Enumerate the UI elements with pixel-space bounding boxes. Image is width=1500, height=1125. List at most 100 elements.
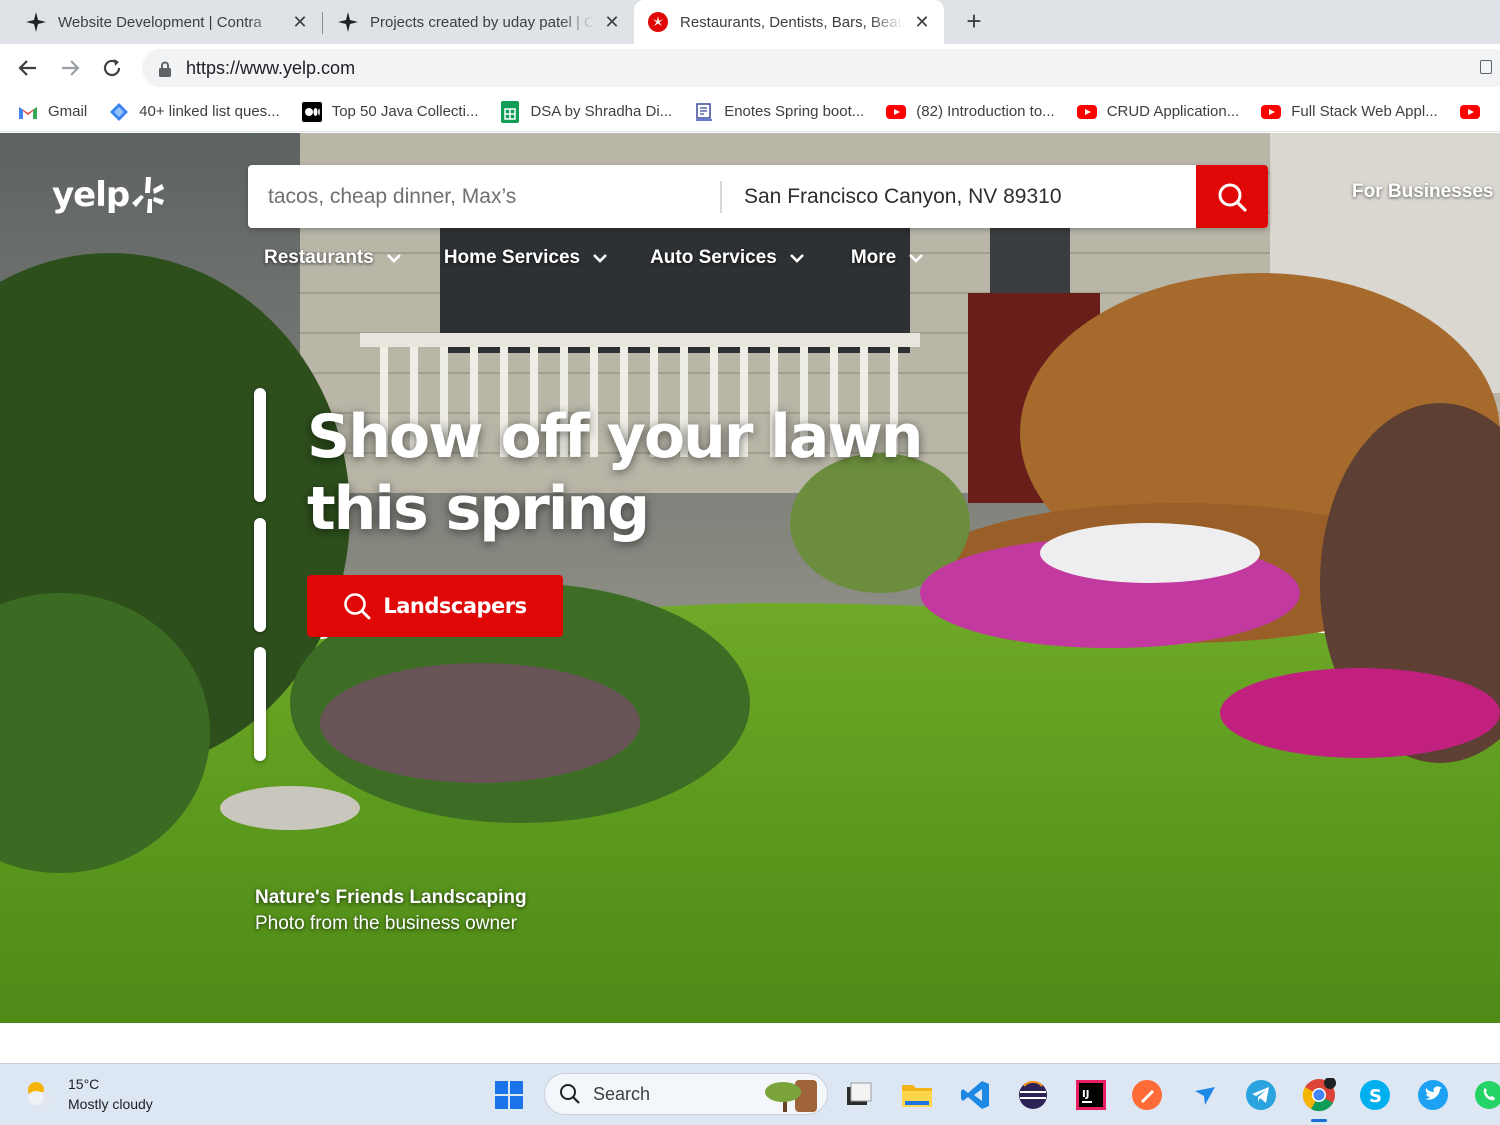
category-restaurants[interactable]: Restaurants <box>264 247 402 269</box>
tab-strip: Website Development | Contra ✕ Projects … <box>0 0 1500 44</box>
bookmark-label: 40+ linked list ques... <box>139 103 280 120</box>
category-nav: Restaurants Home Services Auto Services … <box>264 247 924 269</box>
tab-title: Restaurants, Dentists, Bars, Beauty Salo… <box>680 13 904 31</box>
arrow-app-icon[interactable] <box>1188 1078 1222 1112</box>
bookmark-label: Top 50 Java Collecti... <box>331 103 479 120</box>
skype-icon[interactable]: S <box>1358 1078 1392 1112</box>
tab-contra-projects[interactable]: Projects created by uday patel | Contra … <box>312 0 634 44</box>
bookmark-linked-list[interactable]: 40+ linked list ques... <box>109 102 280 122</box>
for-businesses-link[interactable]: For Businesses <box>1352 181 1494 203</box>
youtube-icon <box>1076 102 1097 122</box>
carousel-indicator-2[interactable] <box>254 518 266 632</box>
find-input[interactable] <box>248 165 720 228</box>
svg-text:IJ: IJ <box>1082 1089 1089 1100</box>
reload-icon[interactable] <box>98 54 126 82</box>
eclipse-icon[interactable] <box>1016 1078 1050 1112</box>
bookmark-gmail[interactable]: Gmail <box>18 102 87 122</box>
taskbar-search[interactable]: Search <box>544 1073 828 1115</box>
back-arrow-icon[interactable] <box>14 54 42 82</box>
url-text[interactable]: https://www.yelp.com <box>186 58 355 79</box>
chrome-icon[interactable] <box>1302 1078 1336 1122</box>
headline-line-2: this spring <box>307 474 650 544</box>
postman-icon[interactable] <box>1130 1078 1164 1112</box>
carousel-indicator-1[interactable] <box>254 388 266 502</box>
chevron-down-icon <box>909 254 924 263</box>
search-icon <box>1218 183 1247 212</box>
forward-arrow-icon[interactable] <box>56 54 84 82</box>
weather-temp: 15°C <box>68 1076 100 1092</box>
gmail-icon <box>18 102 38 122</box>
bookmark-label: Enotes Spring boot... <box>724 103 865 120</box>
carousel-indicator-3[interactable] <box>254 647 266 761</box>
tab-close-icon[interactable]: ✕ <box>912 12 932 33</box>
lock-icon[interactable] <box>158 61 172 77</box>
telegram-icon[interactable] <box>1244 1078 1278 1112</box>
yelp-burst-icon <box>132 177 165 213</box>
bookmark-youtube-fullstack[interactable]: Full Stack Web Appl... <box>1261 102 1438 122</box>
twitter-icon[interactable] <box>1416 1078 1450 1112</box>
windows-start-icon[interactable] <box>492 1078 526 1112</box>
photo-credit: Nature's Friends Landscaping Photo from … <box>255 887 527 935</box>
yelp-logo[interactable]: yelp <box>52 175 165 215</box>
bookmark-overflow[interactable] <box>1459 102 1490 122</box>
tab-close-icon[interactable]: ✕ <box>602 12 622 33</box>
whatsapp-icon[interactable] <box>1472 1078 1500 1112</box>
bookmark-label: Full Stack Web Appl... <box>1291 103 1438 120</box>
taskbar-search-label: Search <box>593 1083 651 1104</box>
chevron-down-icon <box>593 254 607 263</box>
tab-contra-website[interactable]: Website Development | Contra ✕ <box>0 0 322 44</box>
bookmarks-bar: Gmail 40+ linked list ques... Top 50 Jav… <box>0 92 1500 132</box>
near-input[interactable] <box>722 165 1196 228</box>
contra-icon <box>26 12 46 32</box>
chevron-down-icon <box>789 254 804 263</box>
medium-icon <box>301 101 322 122</box>
bookmark-enotes[interactable]: Enotes Spring boot... <box>694 102 864 122</box>
new-tab-button[interactable]: + <box>958 6 990 38</box>
youtube-icon <box>1261 102 1282 122</box>
category-label: Auto Services <box>650 247 777 268</box>
hero-section: yelp For Businesses Restaurants Home Ser… <box>0 133 1500 1023</box>
bookmark-youtube-intro[interactable]: (82) Introduction to... <box>886 102 1055 122</box>
browser-toolbar: https://www.yelp.com <box>0 44 1500 92</box>
search-button[interactable] <box>1196 165 1268 228</box>
share-icon[interactable] <box>1480 60 1492 74</box>
category-label: Home Services <box>443 247 581 268</box>
credit-business-link[interactable]: Nature's Friends Landscaping <box>255 887 527 909</box>
sheets-icon <box>500 100 520 123</box>
weather-widget[interactable]: 15°C Mostly cloudy <box>22 1074 153 1114</box>
task-view-icon[interactable] <box>842 1078 876 1112</box>
youtube-icon <box>886 102 907 122</box>
category-label: More <box>850 247 897 268</box>
enotes-icon <box>694 102 714 122</box>
tab-yelp[interactable]: Restaurants, Dentists, Bars, Beauty Salo… <box>634 0 944 44</box>
bookmark-label: (82) Introduction to... <box>916 103 1055 120</box>
bookmark-java-collections[interactable]: Top 50 Java Collecti... <box>301 101 479 122</box>
tree-illustration-icon <box>765 1080 817 1112</box>
bookmark-label: CRUD Application... <box>1106 103 1240 120</box>
svg-text:S: S <box>1369 1086 1382 1107</box>
chevron-down-icon <box>386 254 401 263</box>
logo-text: yelp <box>52 175 130 215</box>
bookmark-youtube-crud[interactable]: CRUD Application... <box>1076 102 1240 122</box>
intellij-icon[interactable]: IJ <box>1074 1078 1108 1112</box>
bookmark-dsa[interactable]: DSA by Shradha Di... <box>500 100 673 123</box>
vscode-icon[interactable] <box>958 1078 992 1112</box>
bookmark-label: Gmail <box>48 103 88 120</box>
hero-headline: Show off your lawn this spring <box>307 401 1027 545</box>
landscapers-button[interactable]: Landscapers <box>307 575 563 637</box>
diamond-icon <box>109 102 129 122</box>
youtube-icon <box>1459 102 1480 122</box>
file-explorer-icon[interactable] <box>900 1078 934 1112</box>
search-icon <box>560 1084 580 1104</box>
windows-taskbar: 15°C Mostly cloudy Search IJ S <box>0 1063 1500 1125</box>
weather-desc: Mostly cloudy <box>68 1096 153 1112</box>
tab-title: Website Development | Contra <box>58 13 262 31</box>
category-auto-services[interactable]: Auto Services <box>650 247 805 269</box>
category-more[interactable]: More <box>851 247 924 269</box>
category-home-services[interactable]: Home Services <box>444 247 608 269</box>
cta-label: Landscapers <box>383 594 527 618</box>
category-label: Restaurants <box>264 247 374 268</box>
bookmark-label: DSA by Shradha Di... <box>530 103 673 120</box>
tab-close-icon[interactable]: ✕ <box>290 12 310 33</box>
address-bar[interactable]: https://www.yelp.com <box>142 49 1500 87</box>
